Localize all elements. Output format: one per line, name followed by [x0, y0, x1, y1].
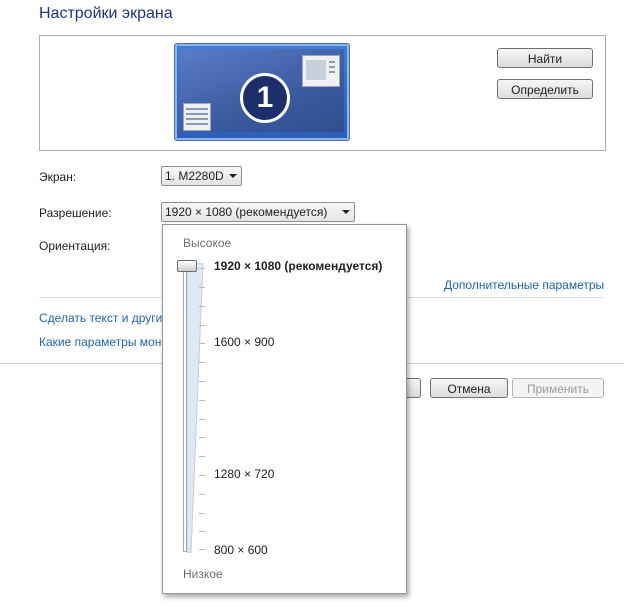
- slider-tick: [199, 513, 205, 514]
- identify-button[interactable]: Определить: [497, 79, 593, 99]
- resolution-option-1600x900[interactable]: 1600 × 900: [214, 335, 274, 349]
- screen-select-value: 1. M2280D: [165, 169, 224, 183]
- apply-button[interactable]: Применить: [512, 378, 604, 398]
- screen-label: Экран:: [39, 170, 77, 184]
- chevron-down-icon: [229, 174, 237, 178]
- monitor-1-icon[interactable]: 1: [174, 43, 350, 141]
- slider-tick: [199, 549, 205, 550]
- slider-tick: [199, 475, 205, 476]
- resolution-dropdown: Высокое 1920 × 1080 (рекомендуется) 1600…: [162, 224, 407, 594]
- cancel-button[interactable]: Отмена: [430, 378, 508, 398]
- slider-tick: [199, 494, 205, 495]
- slider-tick: [199, 325, 205, 326]
- monitor-screen: 1: [180, 49, 344, 132]
- slider-tick: [199, 531, 205, 532]
- monitor-number-badge: 1: [240, 73, 290, 123]
- window-thumbnail-icon: [302, 55, 340, 87]
- slider-tick: [199, 306, 205, 307]
- find-button[interactable]: Найти: [497, 48, 593, 68]
- slider-tick: [199, 362, 205, 363]
- display-preview-panel: 1 Найти Определить: [39, 35, 606, 151]
- slider-tick: [199, 456, 205, 457]
- slider-tick: [199, 400, 205, 401]
- resolution-option-1280x720[interactable]: 1280 × 720: [214, 467, 274, 481]
- advanced-settings-link[interactable]: Дополнительные параметры: [444, 278, 604, 292]
- gadget-thumbnail-icon: [183, 103, 211, 131]
- high-label: Высокое: [183, 236, 232, 250]
- low-label: Низкое: [183, 567, 223, 581]
- slider-tick: [199, 343, 205, 344]
- page-title: Настройки экрана: [39, 5, 173, 22]
- slider-tick: [199, 268, 205, 269]
- resolution-select-value: 1920 × 1080 (рекомендуется): [165, 205, 328, 219]
- resolution-option-800x600[interactable]: 800 × 600: [214, 543, 268, 557]
- slider-tick: [199, 419, 205, 420]
- resolution-label: Разрешение:: [39, 206, 112, 220]
- slider-tick: [199, 287, 205, 288]
- orientation-label: Ориентация:: [39, 239, 111, 253]
- resolution-select[interactable]: 1920 × 1080 (рекомендуется): [161, 202, 355, 222]
- slider-tick: [199, 381, 205, 382]
- resolution-slider-thumb[interactable]: [177, 260, 197, 272]
- resolution-option-1920x1080[interactable]: 1920 × 1080 (рекомендуется): [214, 259, 382, 273]
- resolution-slider-track[interactable]: [183, 262, 187, 552]
- screen-select[interactable]: 1. M2280D: [161, 166, 242, 186]
- which-settings-link[interactable]: Какие параметры мон: [39, 335, 161, 349]
- text-size-link[interactable]: Сделать текст и другие: [39, 311, 169, 325]
- slider-tick: [199, 437, 205, 438]
- chevron-down-icon: [342, 210, 350, 214]
